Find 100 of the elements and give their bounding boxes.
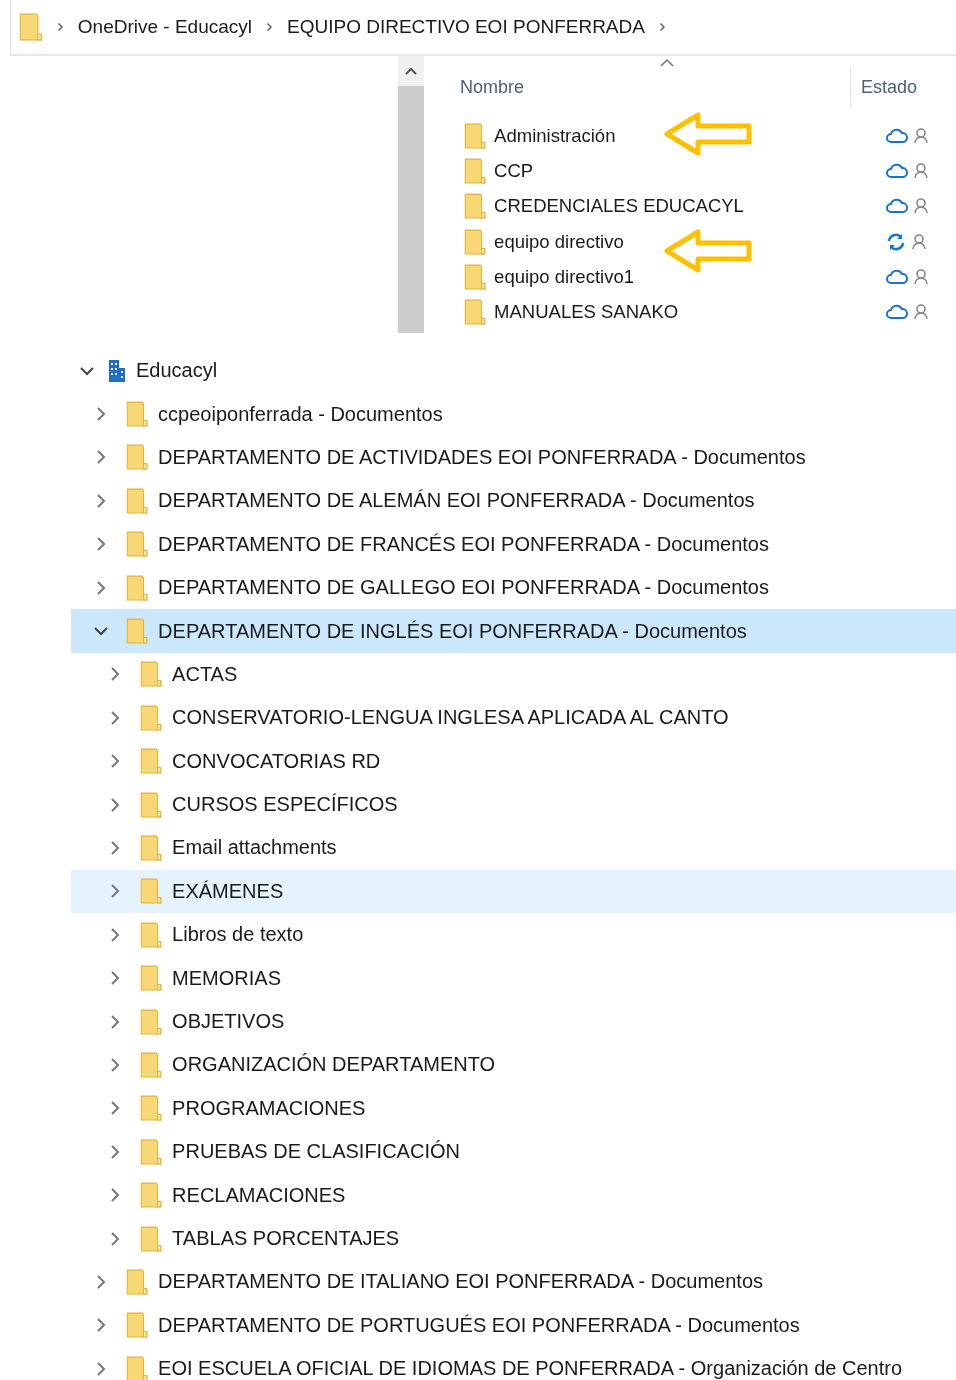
person-icon xyxy=(914,198,929,215)
chevron-right-icon[interactable] xyxy=(110,970,120,987)
folder-icon xyxy=(140,748,163,775)
folder-icon xyxy=(126,1312,149,1339)
tree-item-label: MEMORIAS xyxy=(172,966,281,990)
tree-item[interactable]: RECLAMACIONES xyxy=(71,1173,956,1217)
chevron-right-icon[interactable] xyxy=(110,1230,120,1247)
file-name[interactable]: CREDENCIALES EDUCACYL xyxy=(494,195,887,218)
chevron-right-icon[interactable] xyxy=(110,840,120,856)
tree-item[interactable]: DEPARTAMENTO DE FRANCÉS EOI PONFERRADA - Documentos xyxy=(71,522,956,566)
chevron-right-icon[interactable] xyxy=(110,666,120,683)
sync-icon xyxy=(886,232,907,251)
tree-item[interactable]: PRUEBAS DE CLASIFICACIÓN xyxy=(71,1130,956,1174)
folder-icon xyxy=(140,704,163,731)
tree-item[interactable]: DEPARTAMENTO DE ALEMÁN EOI PONFERRADA - Documentos xyxy=(71,479,956,523)
folder-icon xyxy=(126,487,149,514)
folder-icon xyxy=(140,791,163,818)
chevron-right-icon[interactable] xyxy=(110,796,120,813)
chevron-right-icon[interactable] xyxy=(266,22,274,32)
chevron-right-icon[interactable] xyxy=(110,1143,120,1160)
tree-item-label: DEPARTAMENTO DE PORTUGUÉS EOI PONFERRADA - Documentos xyxy=(158,1313,800,1337)
chevron-right-icon[interactable] xyxy=(96,449,106,466)
folder-icon xyxy=(126,444,149,471)
tree-item-label: PROGRAMACIONES xyxy=(172,1096,366,1120)
chevron-right-icon[interactable] xyxy=(110,1013,120,1030)
tree-item-label: RECLAMACIONES xyxy=(172,1183,346,1207)
tree-item[interactable]: CONVOCATORIAS RD xyxy=(71,739,956,783)
chevron-right-icon[interactable] xyxy=(96,406,106,423)
tree-item[interactable]: MEMORIAS xyxy=(71,956,956,1000)
chevron-right-icon[interactable] xyxy=(96,536,106,553)
sort-caret-icon xyxy=(660,58,674,67)
cloud-icon xyxy=(886,127,909,144)
tree-item[interactable]: EXÁMENES xyxy=(71,869,956,914)
chevron-right-icon[interactable] xyxy=(56,22,64,32)
tree-item-label: CONVOCATORIAS RD xyxy=(172,749,381,773)
folder-icon xyxy=(140,1182,163,1209)
folder-icon xyxy=(464,122,487,149)
tree-item[interactable]: DEPARTAMENTO DE GALLEGO EOI PONFERRADA - Documentos xyxy=(71,565,956,610)
file-name[interactable]: CCP xyxy=(494,159,887,182)
chevron-down-icon[interactable] xyxy=(79,365,95,376)
folder-icon xyxy=(464,263,487,290)
tree-item-label: DEPARTAMENTO DE FRANCÉS EOI PONFERRADA - Documentos xyxy=(158,532,769,556)
file-name[interactable]: equipo directivo1 xyxy=(494,265,887,288)
tree-item[interactable]: CONSERVATORIO-LENGUA INGLESA APLICADA AL CANTO xyxy=(71,696,956,740)
chevron-right-icon[interactable] xyxy=(110,926,120,943)
file-name[interactable]: equipo directivo xyxy=(494,230,887,253)
folder-icon xyxy=(126,531,149,558)
tree-item[interactable]: Email attachments xyxy=(71,826,956,870)
chevron-right-icon[interactable] xyxy=(96,579,106,596)
chevron-right-icon[interactable] xyxy=(96,492,106,509)
person-icon xyxy=(914,268,929,285)
file-name[interactable]: MANUALES SANAKO xyxy=(494,301,887,324)
chevron-right-icon[interactable] xyxy=(110,883,120,900)
tree-item[interactable]: Educacyl xyxy=(71,349,956,393)
scrollbar[interactable] xyxy=(398,56,424,333)
tree-item[interactable]: PROGRAMACIONES xyxy=(71,1086,956,1131)
chevron-right-icon[interactable] xyxy=(658,22,666,32)
person-icon xyxy=(912,233,927,250)
chevron-right-icon[interactable] xyxy=(110,753,120,770)
cloud-icon xyxy=(886,304,909,321)
person-icon xyxy=(914,304,929,321)
folder-icon xyxy=(140,921,163,948)
breadcrumb-item[interactable]: EQUIPO DIRECTIVO EOI PONFERRADA xyxy=(287,16,645,38)
tree-item-label: DEPARTAMENTO DE GALLEGO EOI PONFERRADA - Documentos xyxy=(158,576,769,600)
tree-item[interactable]: DEPARTAMENTO DE ITALIANO EOI PONFERRADA - Documentos xyxy=(71,1260,956,1304)
chevron-down-icon[interactable] xyxy=(93,626,109,637)
tree-item-label: Email attachments xyxy=(172,836,337,860)
chevron-right-icon[interactable] xyxy=(110,1056,120,1073)
chevron-right-icon[interactable] xyxy=(96,1317,106,1334)
column-header[interactable]: Nombre xyxy=(460,76,850,98)
tree-item-label: DEPARTAMENTO DE ALEMÁN EOI PONFERRADA - Documentos xyxy=(158,489,755,513)
folder-icon xyxy=(126,1355,149,1380)
folder-icon xyxy=(140,1095,163,1122)
tree-item[interactable]: DEPARTAMENTO DE ACTIVIDADES EOI PONFERRADA - Documentos xyxy=(71,435,956,480)
tree-item-label: OBJETIVOS xyxy=(172,1010,285,1034)
folder-icon xyxy=(140,1008,163,1035)
tree-item-label: DEPARTAMENTO DE INGLÉS EOI PONFERRADA - Documentos xyxy=(158,619,747,643)
tree-item[interactable]: OBJETIVOS xyxy=(71,999,956,1044)
building-icon xyxy=(108,358,126,383)
chevron-right-icon[interactable] xyxy=(110,1100,120,1117)
tree-item[interactable]: ORGANIZACIÓN DEPARTAMENTO xyxy=(71,1043,956,1087)
tree-item[interactable]: ccpeoiponferrada - Documentos xyxy=(71,392,956,436)
scroll-up-icon[interactable] xyxy=(404,66,418,76)
folder-icon xyxy=(126,574,149,601)
column-header[interactable]: Estado xyxy=(861,76,918,98)
tree-item[interactable]: CURSOS ESPECÍFICOS xyxy=(71,782,956,827)
folder-icon xyxy=(126,1268,149,1295)
chevron-right-icon[interactable] xyxy=(110,1187,120,1204)
tree-item[interactable]: DEPARTAMENTO DE INGLÉS EOI PONFERRADA - Documentos xyxy=(71,609,956,653)
tree-item[interactable]: Libros de texto xyxy=(71,913,956,957)
chevron-right-icon[interactable] xyxy=(96,1273,106,1290)
chevron-right-icon[interactable] xyxy=(110,709,120,726)
file-name[interactable]: Administración xyxy=(494,124,887,147)
tree-item[interactable]: ACTAS xyxy=(71,652,956,697)
chevron-right-icon[interactable] xyxy=(96,1360,106,1377)
folder-icon xyxy=(19,13,43,41)
tree-item[interactable]: TABLAS PORCENTAJES xyxy=(71,1216,956,1261)
tree-item[interactable]: EOI ESCUELA OFICIAL DE IDIOMAS DE PONFERRADA - Organización de Centro xyxy=(71,1347,956,1380)
tree-item[interactable]: DEPARTAMENTO DE PORTUGUÉS EOI PONFERRADA - Documentos xyxy=(71,1303,956,1347)
breadcrumb-item[interactable]: OneDrive - Educacyl xyxy=(77,16,253,38)
